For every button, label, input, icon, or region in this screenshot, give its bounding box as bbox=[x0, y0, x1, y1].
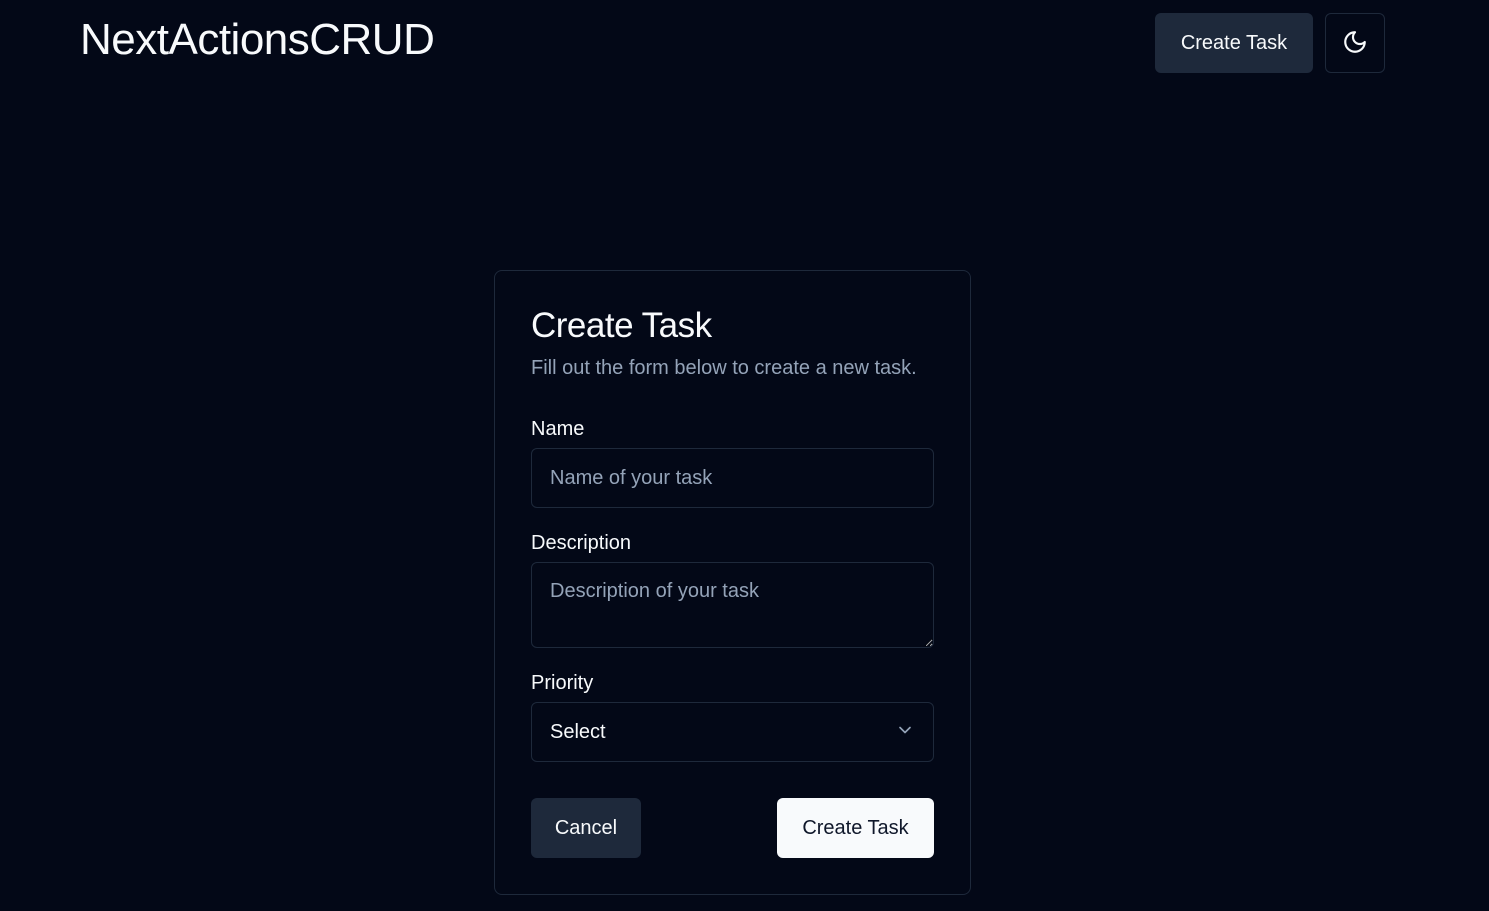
priority-label: Priority bbox=[531, 672, 594, 694]
top-header: NextActionsCRUD Create Task bbox=[0, 0, 1489, 86]
name-input[interactable] bbox=[531, 448, 934, 508]
cancel-button[interactable]: Cancel bbox=[531, 798, 641, 858]
priority-select[interactable]: Select bbox=[531, 702, 934, 762]
card-title: Create Task bbox=[531, 306, 712, 345]
app-title[interactable]: NextActionsCRUD bbox=[80, 14, 435, 66]
create-task-submit-button[interactable]: Create Task bbox=[777, 798, 934, 858]
header-create-task-button[interactable]: Create Task bbox=[1155, 13, 1313, 73]
description-textarea[interactable] bbox=[531, 562, 934, 648]
card-subtitle: Fill out the form below to create a new … bbox=[531, 357, 917, 379]
moon-icon bbox=[1342, 29, 1368, 58]
theme-toggle-button[interactable] bbox=[1325, 13, 1385, 73]
chevron-down-icon bbox=[895, 720, 915, 745]
description-label: Description bbox=[531, 532, 632, 554]
priority-selected-value: Select bbox=[550, 720, 606, 743]
name-label: Name bbox=[531, 418, 585, 440]
create-task-card: Create Task Fill out the form below to c… bbox=[494, 270, 971, 895]
